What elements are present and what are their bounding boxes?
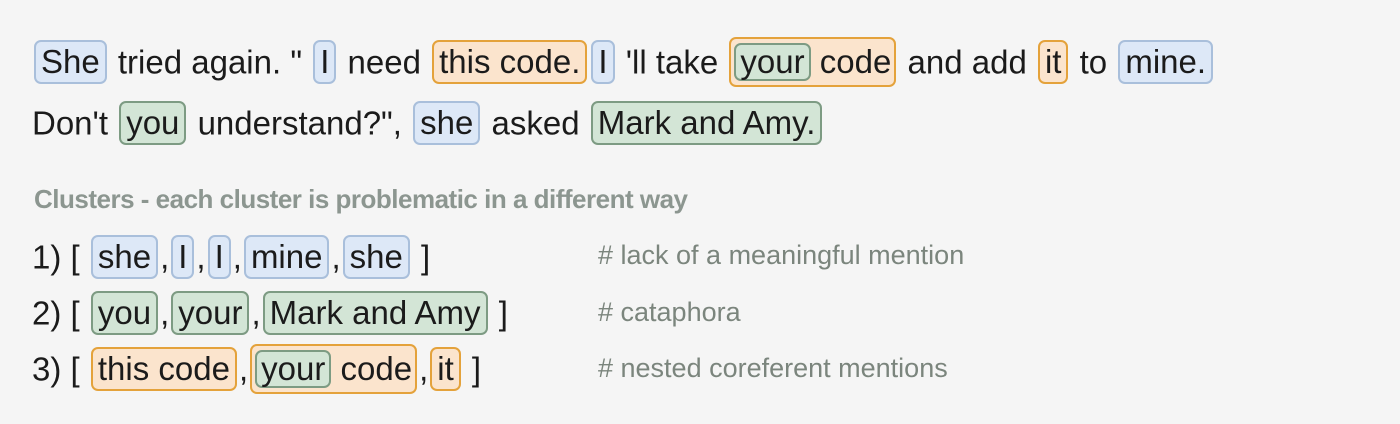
token-9-mention: it (1037, 40, 1069, 85)
cluster-1: 1) [ she, I, I, mine, she ] (32, 229, 430, 283)
cluster-close: ] (462, 350, 482, 388)
cluster-3-item-2-mention: it (430, 347, 461, 392)
cluster-2: 2) [ you, your, Mark and Amy ] (32, 285, 508, 339)
token-6-text: 'll take (616, 43, 728, 81)
cluster-label: 3) [ (32, 350, 89, 388)
clusters-heading: Clusters - each cluster is problematic i… (34, 184, 688, 214)
comma: , (160, 294, 170, 332)
token-2-mention: I (313, 40, 337, 85)
token-1-mention: you (119, 101, 187, 146)
token-2-text: understand?", (188, 104, 412, 142)
cluster-3-item-1-outer-text: code (331, 350, 413, 388)
sentence-line-1: She tried again. " I need this code. I 'l… (32, 34, 1215, 88)
cluster-3: 3) [ this code, your code , it ] (32, 341, 481, 395)
cluster-2-item-2-mention: Mark and Amy (262, 291, 488, 336)
token-5-mention: Mark and Amy. (590, 101, 823, 146)
cluster-3-item-1-nested-mention: your code (250, 344, 418, 395)
comma: , (419, 350, 429, 388)
token-10-text: to (1070, 43, 1117, 81)
token-11-mention: mine. (1118, 40, 1214, 85)
cluster-3-item-0-mention: this code (90, 347, 237, 392)
token-5-mention: I (591, 40, 615, 85)
token-7-outer-text: code (810, 43, 892, 81)
cluster-1-item-1-mention: I (171, 235, 195, 280)
comma: , (331, 238, 341, 276)
token-4-mention: this code. (432, 40, 588, 85)
token-8-text: and add (898, 43, 1036, 81)
cluster-1-comment: # lack of a meaningful mention (598, 240, 965, 270)
comma: , (232, 238, 242, 276)
cluster-close: ] (489, 294, 508, 332)
cluster-3-comment: # nested coreferent mentions (598, 353, 948, 383)
token-3-text: need (338, 43, 431, 81)
cluster-1-item-3-mention: mine (243, 235, 330, 280)
cluster-2-comment: # cataphora (598, 297, 741, 327)
comma: , (251, 294, 261, 332)
sentence-line-2: Don't you understand?", she asked Mark a… (32, 95, 824, 149)
cluster-1-item-2-mention: I (207, 235, 231, 280)
cluster-2-item-0-mention: you (90, 291, 159, 336)
comma: , (196, 238, 206, 276)
comma: , (160, 238, 170, 276)
cluster-3-item-1-inner-mention: your (255, 350, 332, 389)
token-1-text: tried again. " (108, 43, 312, 81)
token-7-nested-mention: your code (729, 37, 897, 88)
token-0-text: Don't (32, 104, 118, 142)
cluster-label: 1) [ (32, 238, 89, 276)
token-7-inner-mention: your (734, 43, 811, 82)
cluster-1-item-4-mention: she (342, 235, 410, 280)
cluster-2-item-1-mention: your (171, 291, 250, 336)
cluster-label: 2) [ (32, 294, 89, 332)
cluster-1-item-0-mention: she (90, 235, 159, 280)
token-0-mention: She (34, 40, 107, 85)
comma: , (238, 350, 249, 388)
token-3-mention: she (413, 101, 481, 146)
token-4-text: asked (482, 104, 589, 142)
cluster-close: ] (411, 238, 431, 276)
